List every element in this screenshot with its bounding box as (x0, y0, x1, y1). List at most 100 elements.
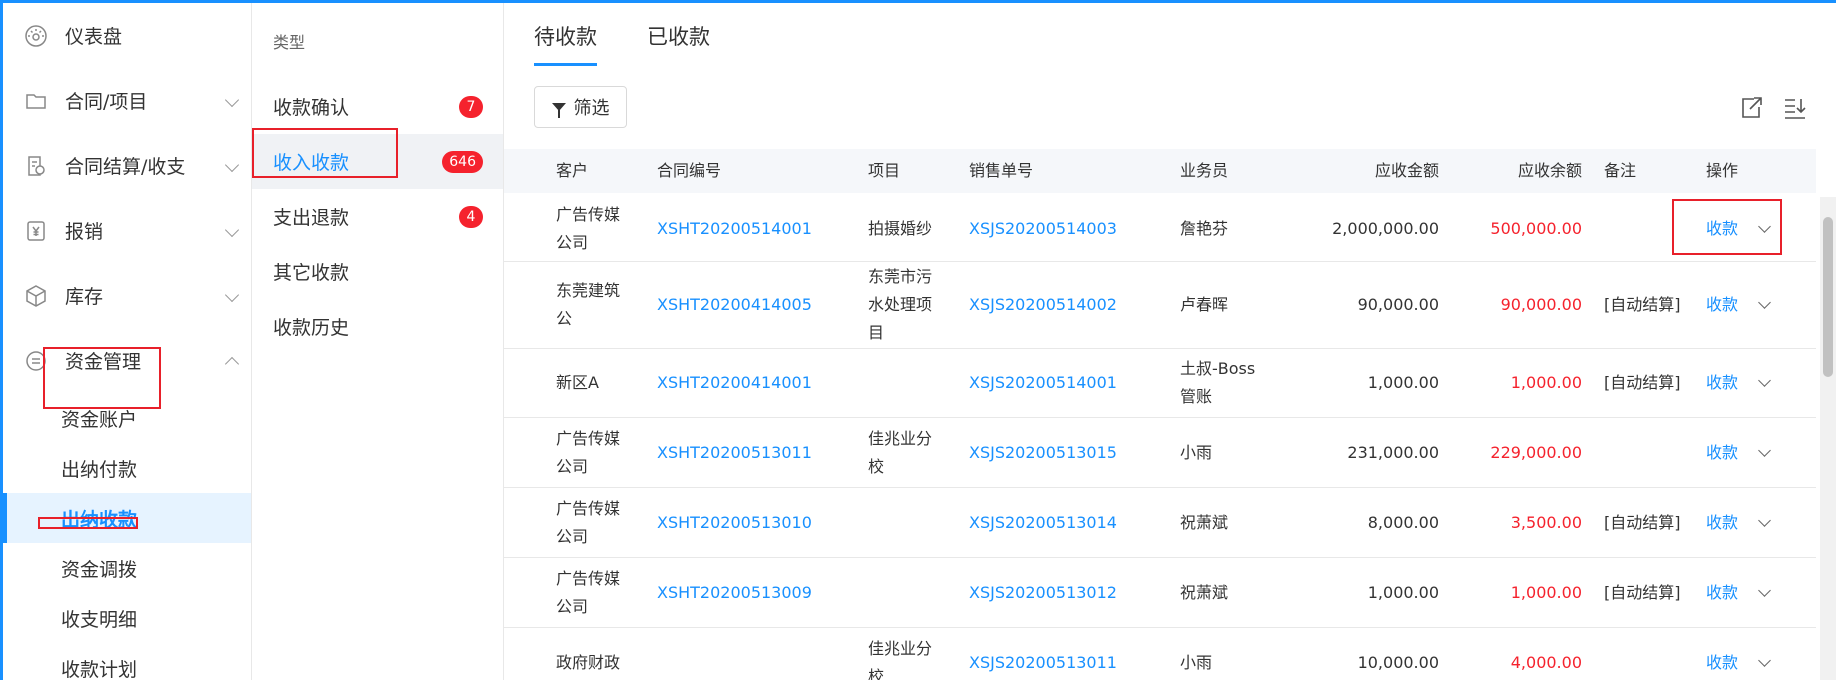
type-item-receipt-history[interactable]: 收款历史 (252, 299, 503, 354)
chevron-down-icon[interactable] (1758, 374, 1771, 387)
sidebar-item-inventory[interactable]: 库存 (3, 263, 251, 328)
cell-sale-link[interactable]: XSJS20200513014 (969, 488, 1159, 557)
cell-sale-link[interactable]: XSJS20200513012 (969, 558, 1159, 627)
sidebar-subitem-receipt-plan[interactable]: 收款计划 (3, 643, 251, 680)
col-action: 操作 (1706, 161, 1739, 180)
cell-note (1604, 418, 1684, 487)
sidebar-item-fund-management[interactable]: 资金管理 (3, 328, 251, 393)
cell-action: 收款 (1706, 488, 1816, 557)
type-item-income-receipt[interactable]: 收入收款 646 (252, 134, 503, 189)
sidebar-subitem-cashier-payment[interactable]: 出纳付款 (3, 443, 251, 493)
cell-balance-due: 500,000.00 (1490, 219, 1582, 238)
app-window: 仪表盘 合同/项目 合同结算/收支 报销 库存 资金管理 资金账户 出纳付款 出… (0, 0, 1836, 680)
chevron-down-icon (224, 287, 240, 302)
filter-icon (551, 103, 566, 118)
sidebar-item-contract-settlement[interactable]: 合同结算/收支 (3, 133, 251, 198)
cell-salesperson: 祝萧斌 (1180, 512, 1229, 532)
scrollbar-thumb[interactable] (1823, 217, 1833, 377)
tab-pending[interactable]: 待收款 (534, 21, 597, 66)
chevron-down-icon[interactable] (1758, 443, 1771, 457)
cell-action: 收款 (1706, 418, 1816, 487)
cell-project (868, 558, 943, 627)
cell-customer: 新区A (556, 373, 599, 392)
type-panel: 类型 收款确认 7 收入收款 646 支出退款 4 其它收款 收款历史 (252, 3, 504, 680)
receive-button[interactable]: 收款 (1706, 369, 1738, 397)
cell-balance-due: 3,500.00 (1510, 512, 1582, 532)
sidebar: 仪表盘 合同/项目 合同结算/收支 报销 库存 资金管理 资金账户 出纳付款 出… (0, 3, 252, 680)
cell-salesperson: 詹艳芬 (1180, 219, 1229, 238)
cell-contract-link[interactable]: XSHT20200513011 (657, 418, 827, 487)
type-item-label: 收款确认 (273, 97, 350, 119)
receive-button[interactable]: 收款 (1706, 649, 1738, 677)
table-row: 新区A XSHT20200414001 XSJS20200514001 土叔-Boss… (504, 349, 1816, 418)
sidebar-subitem-cashier-receipt[interactable]: 出纳收款 (3, 493, 251, 543)
cell-action: 收款 (1706, 558, 1816, 627)
type-item-expense-refund[interactable]: 支出退款 4 (252, 189, 503, 244)
cell-customer: 广告传媒公司 (556, 498, 621, 546)
cell-action: 收款 (1706, 628, 1816, 680)
receive-button[interactable]: 收款 (1706, 509, 1738, 537)
type-item-other-receipt[interactable]: 其它收款 (252, 244, 503, 299)
receive-button[interactable]: 收款 (1706, 579, 1738, 607)
cell-action: 收款 (1706, 262, 1816, 348)
cell-sale-link[interactable]: XSJS20200513015 (969, 418, 1159, 487)
cell-project (868, 488, 943, 557)
cell-balance-due: 1,000.00 (1510, 373, 1582, 392)
cell-contract-link[interactable]: XSHT20200513009 (657, 558, 827, 627)
cell-amount-due: 1,000.00 (1367, 582, 1439, 602)
sort-download-icon[interactable] (1782, 95, 1808, 121)
cell-contract-link[interactable]: XSHT20200414001 (657, 349, 827, 417)
sidebar-item-dashboard[interactable]: 仪表盘 (3, 3, 251, 68)
cell-contract-link[interactable] (657, 628, 827, 680)
col-customer: 客户 (556, 161, 589, 180)
cell-salesperson: 小雨 (1180, 652, 1213, 672)
cell-note: [自动结算] (1604, 373, 1681, 392)
dashboard-icon (23, 23, 49, 49)
cell-sale-link[interactable]: XSJS20200514002 (969, 262, 1159, 348)
cell-contract-link[interactable]: XSHT20200414005 (657, 262, 827, 348)
sidebar-item-contract-project[interactable]: 合同/项目 (3, 68, 251, 133)
col-salesperson: 业务员 (1180, 161, 1229, 180)
cell-sale-link[interactable]: XSJS20200514003 (969, 197, 1159, 261)
cell-sale-link[interactable]: XSJS20200514001 (969, 349, 1159, 417)
cell-customer: 广告传媒公司 (556, 568, 621, 616)
col-amount-due: 应收金额 (1374, 161, 1439, 180)
chevron-down-icon[interactable] (1758, 296, 1771, 309)
cell-salesperson: 卢春晖 (1180, 295, 1229, 314)
folder-icon (23, 88, 49, 114)
cell-note (1604, 197, 1684, 261)
sidebar-item-label: 合同/项目 (65, 91, 148, 113)
export-icon[interactable] (1738, 95, 1764, 121)
table-row: 广告传媒公司 XSHT20200513009 XSJS20200513012 祝萧斌 1… (504, 558, 1816, 628)
sidebar-item-reimburse[interactable]: 报销 (3, 198, 251, 263)
cell-sale-link[interactable]: XSJS20200513011 (969, 628, 1159, 680)
cell-amount-due: 8,000.00 (1367, 512, 1439, 532)
type-item-label: 其它收款 (273, 262, 350, 284)
cell-customer: 政府财政 (556, 652, 621, 672)
receive-button[interactable]: 收款 (1706, 291, 1738, 319)
receive-button[interactable]: 收款 (1706, 215, 1738, 243)
filter-button[interactable]: 筛选 (534, 86, 627, 128)
chevron-down-icon[interactable] (1758, 583, 1771, 597)
cell-salesperson: 土叔-Boss管账 (1180, 359, 1256, 406)
sidebar-subitem-fund-account[interactable]: 资金账户 (3, 393, 251, 443)
col-balance-due: 应收余额 (1517, 161, 1582, 180)
type-item-receipt-confirm[interactable]: 收款确认 7 (252, 79, 503, 134)
col-note: 备注 (1604, 161, 1637, 180)
type-item-label: 收款历史 (273, 317, 350, 339)
tab-received[interactable]: 已收款 (647, 21, 710, 66)
receive-button[interactable]: 收款 (1706, 439, 1738, 467)
chevron-down-icon[interactable] (1758, 513, 1771, 527)
cell-amount-due: 1,000.00 (1367, 373, 1439, 392)
chevron-down-icon[interactable] (1758, 653, 1771, 667)
sidebar-subitem-ledger-detail[interactable]: 收支明细 (3, 593, 251, 643)
chevron-down-icon (224, 92, 240, 107)
cell-balance-due: 4,000.00 (1510, 652, 1582, 672)
sidebar-subitem-fund-transfer[interactable]: 资金调拨 (3, 543, 251, 593)
vertical-scrollbar[interactable] (1820, 197, 1836, 680)
cell-note (1604, 628, 1684, 680)
chevron-down-icon[interactable] (1758, 220, 1771, 233)
cell-contract-link[interactable]: XSHT20200513010 (657, 488, 827, 557)
cell-contract-link[interactable]: XSHT20200514001 (657, 197, 827, 261)
yen-icon (23, 218, 49, 244)
